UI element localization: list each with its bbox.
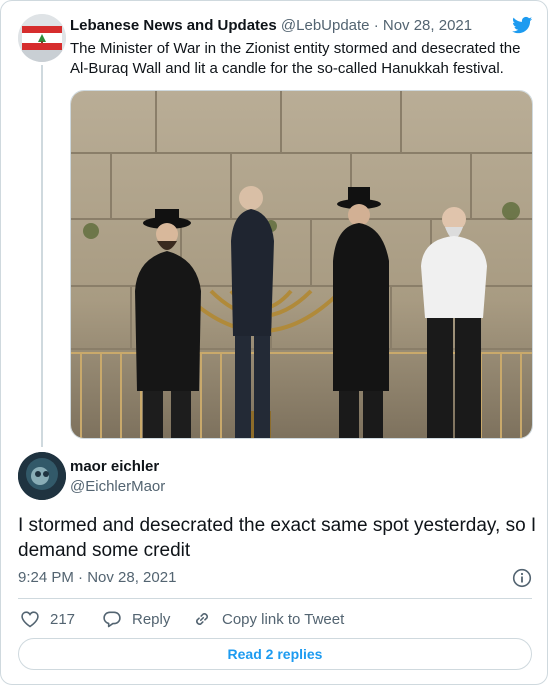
meta-separator: ·	[373, 17, 379, 34]
parent-display-name[interactable]: Lebanese News and Updates	[70, 17, 277, 34]
thread-connector-line	[41, 65, 43, 447]
heart-icon	[21, 611, 39, 628]
parent-tweet-header: Lebanese News and Updates @LebUpdate · N…	[70, 17, 472, 34]
reply-bubble-icon	[103, 611, 121, 628]
copy-link-label: Copy link to Tweet	[222, 610, 345, 628]
lebanon-flag-avatar[interactable]	[18, 14, 66, 62]
reply-handle[interactable]: @EichlerMaor	[70, 478, 165, 495]
link-icon	[196, 613, 208, 625]
tweet-photo[interactable]	[70, 90, 533, 439]
embedded-tweet-card: Lebanese News and Updates @LebUpdate · N…	[0, 0, 548, 685]
like-count: 217	[50, 610, 76, 628]
read-replies-button[interactable]: Read 2 replies	[18, 638, 532, 670]
reply-button[interactable]: Reply	[102, 609, 170, 629]
copy-link-button[interactable]: Copy link to Tweet	[192, 609, 344, 629]
reply-label: Reply	[132, 610, 171, 628]
reply-timestamp[interactable]: 9:24 PM · Nov 28, 2021	[18, 569, 176, 586]
parent-handle[interactable]: @LebUpdate	[281, 17, 370, 34]
info-icon[interactable]	[512, 568, 532, 588]
divider	[18, 598, 532, 599]
twitter-bird-icon[interactable]	[511, 15, 534, 35]
parent-date[interactable]: Nov 28, 2021	[383, 17, 472, 34]
like-button[interactable]: 217	[20, 609, 75, 629]
parent-tweet-text: The Minister of War in the Zionist entit…	[70, 40, 521, 77]
dark-blue-avatar[interactable]	[18, 452, 66, 500]
reply-display-name[interactable]: maor eichler	[70, 458, 159, 475]
reply-tweet-text: I stormed and desecrated the exact same …	[18, 515, 537, 561]
